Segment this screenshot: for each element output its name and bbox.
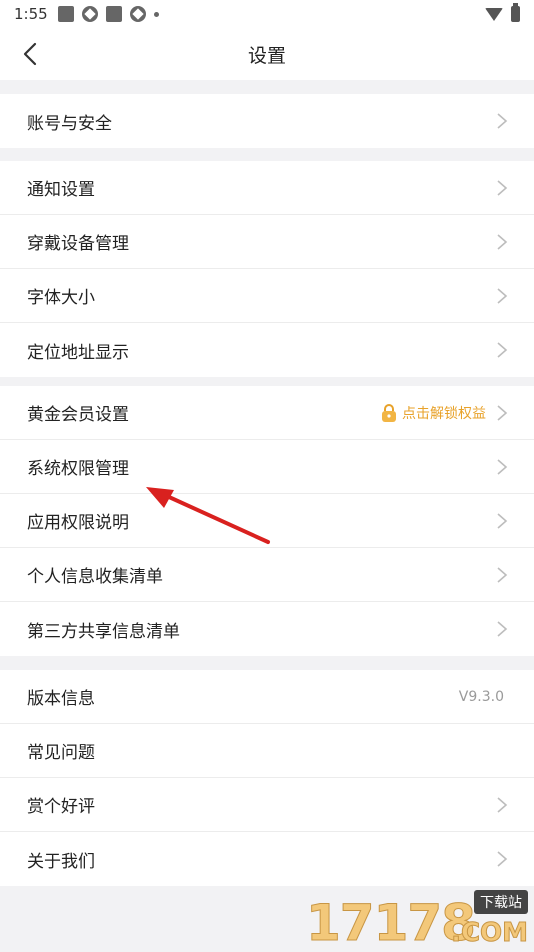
settings-item-about-us[interactable]: 关于我们 xyxy=(0,832,534,886)
settings-item-label: 版本信息 xyxy=(27,684,459,709)
watermark-suffix: .COM xyxy=(451,918,528,948)
chevron-right-icon xyxy=(496,179,508,197)
settings-item-rate-app[interactable]: 赏个好评 xyxy=(0,778,534,832)
unlock-benefits-hint[interactable]: 点击解锁权益 xyxy=(380,403,486,423)
settings-item-gold-member[interactable]: 黄金会员设置 点击解锁权益 xyxy=(0,386,534,440)
settings-item-third-party-sharing[interactable]: 第三方共享信息清单 xyxy=(0,602,534,656)
settings-item-label: 通知设置 xyxy=(27,175,496,200)
notification-icon xyxy=(58,6,74,22)
settings-item-account-security[interactable]: 账号与安全 xyxy=(0,94,534,148)
settings-item-label: 穿戴设备管理 xyxy=(27,229,496,254)
settings-item-notifications[interactable]: 通知设置 xyxy=(0,161,534,215)
settings-item-label: 关于我们 xyxy=(27,847,496,872)
settings-item-version[interactable]: 版本信息 V9.3.0 xyxy=(0,670,534,724)
chevron-right-icon xyxy=(496,850,508,868)
app-notification-icon xyxy=(130,6,146,22)
settings-item-label: 应用权限说明 xyxy=(27,508,496,533)
chevron-right-icon xyxy=(496,512,508,530)
settings-item-location-display[interactable]: 定位地址显示 xyxy=(0,323,534,377)
settings-item-app-permissions-info[interactable]: 应用权限说明 xyxy=(0,494,534,548)
more-notifications-icon xyxy=(154,12,159,17)
settings-item-label: 账号与安全 xyxy=(27,109,496,134)
settings-group-privacy: 黄金会员设置 点击解锁权益 系统权限管理 应用权限说明 个人信息收集清单 第三方… xyxy=(0,386,534,656)
watermark-badge: 下载站 xyxy=(474,890,528,914)
watermark-number: 17178 xyxy=(306,894,475,952)
app-notification-icon xyxy=(82,6,98,22)
settings-item-label: 黄金会员设置 xyxy=(27,400,380,425)
settings-item-wearables[interactable]: 穿戴设备管理 xyxy=(0,215,534,269)
settings-item-font-size[interactable]: 字体大小 xyxy=(0,269,534,323)
chevron-right-icon xyxy=(496,112,508,130)
settings-item-label: 定位地址显示 xyxy=(27,338,496,363)
chevron-left-icon xyxy=(22,42,38,66)
settings-group-account: 账号与安全 xyxy=(0,94,534,148)
notification-icon xyxy=(106,6,122,22)
app-header: 设置 xyxy=(0,28,534,80)
back-button[interactable] xyxy=(16,40,44,68)
wifi-icon xyxy=(485,8,503,21)
battery-icon xyxy=(511,6,520,22)
settings-item-label: 第三方共享信息清单 xyxy=(27,617,496,642)
settings-group-about: 版本信息 V9.3.0 常见问题 赏个好评 关于我们 xyxy=(0,670,534,886)
settings-item-label: 系统权限管理 xyxy=(27,454,496,479)
chevron-right-icon xyxy=(496,341,508,359)
settings-item-system-permissions[interactable]: 系统权限管理 xyxy=(0,440,534,494)
settings-item-label: 个人信息收集清单 xyxy=(27,562,496,587)
unlock-benefits-text: 点击解锁权益 xyxy=(402,403,486,423)
chevron-right-icon xyxy=(496,620,508,638)
page-title: 设置 xyxy=(248,41,286,68)
site-watermark: 17178 下载站 .COM xyxy=(306,888,528,950)
settings-item-label: 字体大小 xyxy=(27,283,496,308)
status-time: 1:55 xyxy=(14,5,48,23)
chevron-right-icon xyxy=(496,796,508,814)
chevron-right-icon xyxy=(496,458,508,476)
settings-item-faq[interactable]: 常见问题 xyxy=(0,724,534,778)
chevron-right-icon xyxy=(496,287,508,305)
settings-group-general: 通知设置 穿戴设备管理 字体大小 定位地址显示 xyxy=(0,161,534,377)
settings-item-personal-info-list[interactable]: 个人信息收集清单 xyxy=(0,548,534,602)
settings-item-label: 常见问题 xyxy=(27,738,508,763)
chevron-right-icon xyxy=(496,404,508,422)
version-value: V9.3.0 xyxy=(459,689,504,705)
lock-icon xyxy=(380,403,398,423)
chevron-right-icon xyxy=(496,566,508,584)
chevron-right-icon xyxy=(496,233,508,251)
status-bar: 1:55 xyxy=(0,0,534,28)
settings-item-label: 赏个好评 xyxy=(27,792,496,817)
